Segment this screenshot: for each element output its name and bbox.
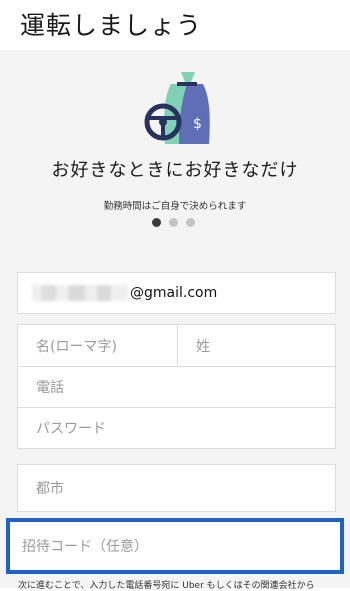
- password-input[interactable]: パスワード: [17, 407, 336, 449]
- terms-notice: 次に進むことで、入力した電話番号宛に Uber もしくはその関連会社から: [18, 581, 315, 591]
- phone-input[interactable]: 電話: [17, 366, 336, 408]
- invite-code-placeholder: 招待コード（任意）: [22, 539, 148, 555]
- header: 運転しましょう: [0, 0, 350, 50]
- hero-subtext: 勤務時間はご自身で決められます: [103, 201, 247, 212]
- phone-placeholder: 電話: [36, 380, 64, 396]
- carousel-dot[interactable]: [169, 218, 178, 227]
- last-name-input[interactable]: 姓: [196, 336, 210, 356]
- hero-carousel[interactable]: $ お好きなときにお好きなだけ 勤務時間はご自身で決められます: [0, 50, 350, 254]
- city-input[interactable]: 都市: [17, 464, 336, 512]
- carousel-dot[interactable]: [186, 218, 195, 227]
- hero-headline: お好きなときにお好きなだけ: [51, 160, 299, 181]
- carousel-dot[interactable]: [152, 218, 161, 227]
- redacted-email-local-part: [32, 285, 128, 301]
- first-name-input[interactable]: 名(ローマ字): [36, 336, 117, 356]
- email-field[interactable]: @gmail.com: [17, 272, 336, 314]
- password-placeholder: パスワード: [36, 421, 106, 437]
- page-title: 運転しましょう: [20, 11, 203, 40]
- drive-earn-illustration: $: [144, 72, 210, 144]
- city-placeholder: 都市: [36, 481, 64, 497]
- name-row: 名(ローマ字) 姓: [17, 324, 336, 367]
- name-divider: [177, 325, 178, 366]
- invite-code-input[interactable]: 招待コード（任意）: [6, 518, 344, 574]
- svg-text:$: $: [193, 116, 202, 132]
- email-domain: @gmail.com: [130, 285, 218, 301]
- carousel-pagination[interactable]: [152, 218, 195, 228]
